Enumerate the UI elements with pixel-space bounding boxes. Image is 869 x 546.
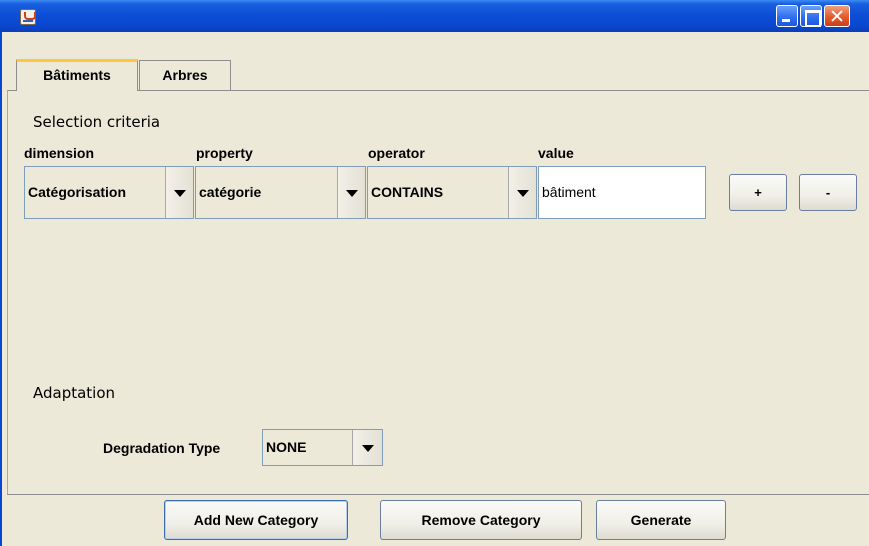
- property-select-value: catégorie: [199, 184, 262, 200]
- minimize-icon[interactable]: [776, 5, 798, 27]
- dimension-select-value: Catégorisation: [28, 184, 127, 200]
- tab-batiments[interactable]: Bâtiments: [16, 59, 138, 91]
- degradation-type-value: NONE: [266, 439, 307, 455]
- maximize-icon[interactable]: [800, 5, 822, 27]
- tab-arbres[interactable]: Arbres: [139, 60, 231, 90]
- operator-header: operator: [368, 145, 425, 161]
- operator-select[interactable]: CONTAINS: [367, 166, 537, 219]
- add-new-category-button[interactable]: Add New Category: [164, 500, 348, 540]
- adaptation-title: Adaptation: [33, 384, 116, 402]
- property-header: property: [196, 145, 253, 161]
- chevron-down-icon[interactable]: [508, 167, 536, 218]
- close-icon[interactable]: [824, 5, 850, 27]
- add-criterion-button[interactable]: +: [729, 174, 787, 211]
- generate-button[interactable]: Generate: [596, 500, 726, 540]
- window-titlebar[interactable]: [0, 0, 869, 32]
- degradation-type-select[interactable]: NONE: [262, 429, 383, 466]
- remove-criterion-button[interactable]: -: [799, 174, 857, 211]
- tab-content-panel: [7, 90, 869, 495]
- selection-criteria-title: Selection criteria: [33, 113, 161, 131]
- value-header: value: [538, 145, 574, 161]
- value-input[interactable]: bâtiment: [538, 166, 706, 219]
- dimension-header: dimension: [24, 145, 95, 161]
- dimension-select[interactable]: Catégorisation: [24, 166, 194, 219]
- java-app-icon: [20, 9, 36, 25]
- remove-category-button[interactable]: Remove Category: [380, 500, 582, 540]
- chevron-down-icon[interactable]: [165, 167, 193, 218]
- chevron-down-icon[interactable]: [352, 430, 382, 465]
- degradation-type-label: Degradation Type: [103, 440, 221, 456]
- operator-select-value: CONTAINS: [371, 184, 444, 200]
- footer-divider: [7, 494, 869, 495]
- chevron-down-icon[interactable]: [337, 167, 365, 218]
- window-border: [0, 32, 2, 546]
- property-select[interactable]: catégorie: [195, 166, 366, 219]
